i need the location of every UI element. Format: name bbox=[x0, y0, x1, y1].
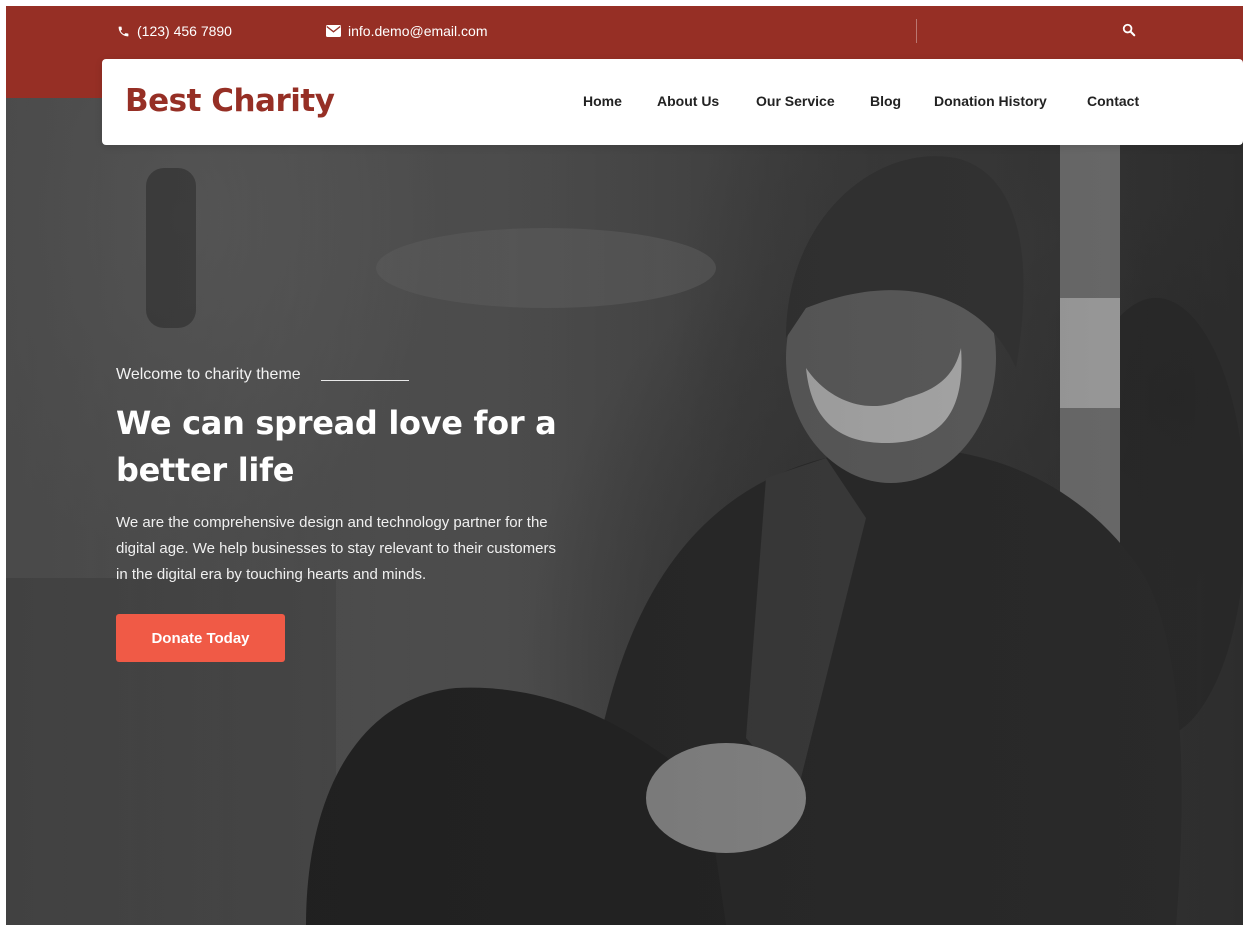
email-contact[interactable]: info.demo@email.com bbox=[326, 23, 488, 39]
donate-today-button[interactable]: Donate Today bbox=[116, 614, 285, 662]
nav-item-contact[interactable]: Contact bbox=[1087, 93, 1139, 109]
nav-item-donation-history[interactable]: Donation History bbox=[934, 93, 1047, 109]
welcome-tagline: Welcome to charity theme bbox=[116, 366, 409, 384]
hero-intro: We are the comprehensive design and tech… bbox=[116, 510, 636, 588]
email-address: info.demo@email.com bbox=[348, 23, 488, 39]
nav-item-our-service[interactable]: Our Service bbox=[756, 93, 835, 109]
hero-intro-line-1: We are the comprehensive design and tech… bbox=[116, 514, 548, 531]
site-header: Best Charity Home About Us Our Service B… bbox=[102, 59, 1243, 145]
hero-intro-line-2: digital age. We help businesses to stay … bbox=[116, 540, 556, 557]
hero-intro-line-3: in the digital era by touching hearts an… bbox=[116, 566, 427, 583]
phone-contact[interactable]: (123) 456 7890 bbox=[117, 23, 232, 39]
phone-number: (123) 456 7890 bbox=[137, 23, 232, 39]
envelope-icon bbox=[326, 25, 341, 37]
nav-item-blog[interactable]: Blog bbox=[870, 93, 901, 109]
hero-headline: We can spread love for a better life bbox=[116, 400, 586, 494]
hero-headline-line-2: better life bbox=[116, 451, 295, 489]
search-button[interactable] bbox=[1122, 23, 1138, 39]
topbar-divider bbox=[916, 19, 917, 43]
search-icon bbox=[1122, 23, 1136, 37]
hero-headline-line-1: We can spread love for a bbox=[116, 404, 557, 442]
main-nav: Home About Us Our Service Blog Donation … bbox=[102, 93, 1243, 113]
welcome-text: Welcome to charity theme bbox=[116, 366, 301, 383]
welcome-underline bbox=[320, 380, 409, 381]
nav-item-home[interactable]: Home bbox=[583, 93, 622, 109]
nav-item-about-us[interactable]: About Us bbox=[657, 93, 719, 109]
phone-icon bbox=[118, 26, 129, 36]
